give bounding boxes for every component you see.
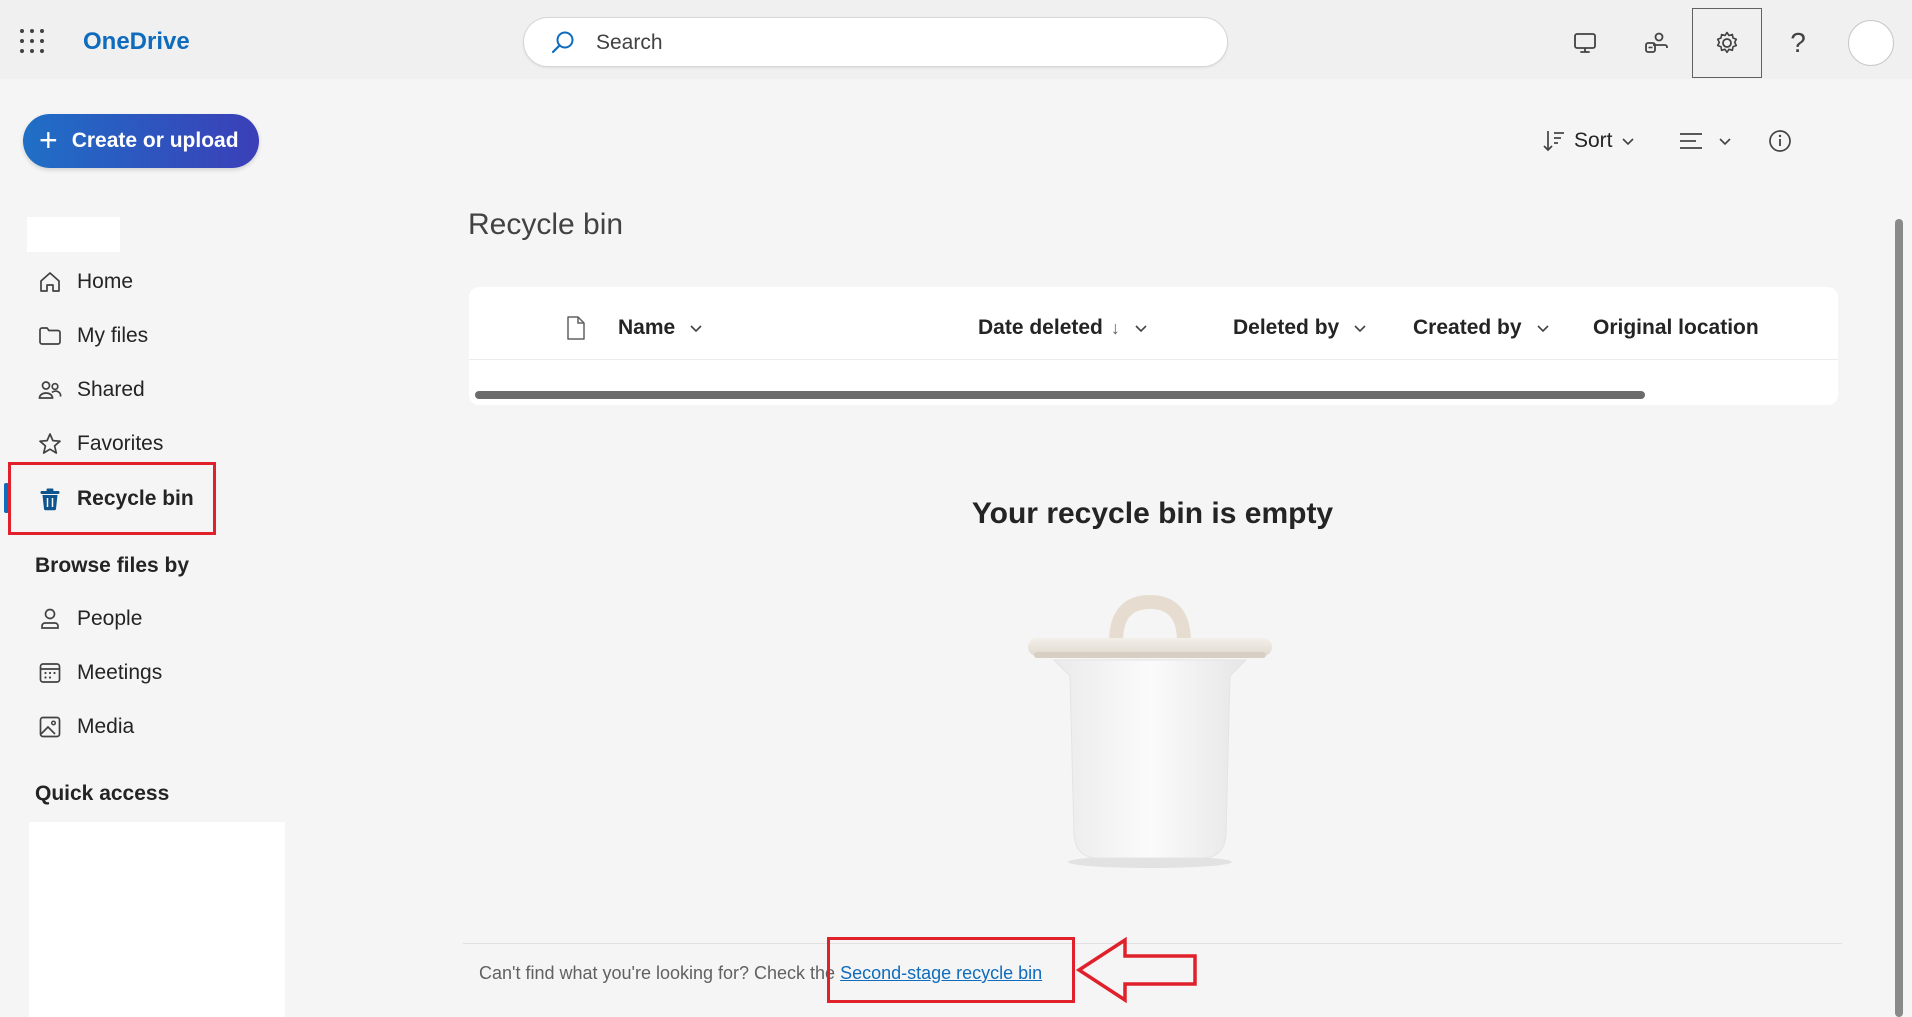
created-by-column-header[interactable]: Created by bbox=[1413, 313, 1550, 343]
nav-item-shared[interactable]: Shared bbox=[36, 370, 276, 410]
nav-label: My files bbox=[77, 324, 149, 347]
original-location-column-header[interactable]: Original location bbox=[1593, 313, 1759, 343]
search-placeholder: Search bbox=[596, 31, 663, 54]
chevron-down-icon bbox=[1134, 321, 1148, 335]
monitor-button[interactable] bbox=[1550, 8, 1620, 78]
nav-label: Home bbox=[77, 270, 134, 293]
plus-icon: + bbox=[39, 121, 58, 158]
chevron-down-icon bbox=[1719, 138, 1731, 146]
nav-item-media[interactable]: Media bbox=[36, 707, 276, 747]
search-icon bbox=[551, 31, 574, 54]
star-icon bbox=[36, 430, 64, 458]
sort-button[interactable]: Sort bbox=[1542, 124, 1635, 158]
search-box[interactable]: Search bbox=[523, 17, 1228, 67]
file-list-table: Name Date deleted ↓ Deleted by Created b… bbox=[469, 287, 1838, 405]
chevron-down-icon bbox=[1536, 321, 1550, 335]
home-icon bbox=[36, 268, 64, 296]
help-icon: ? bbox=[1790, 27, 1806, 58]
column-label: Date deleted bbox=[978, 316, 1103, 339]
top-bar: OneDrive Search ? bbox=[0, 0, 1912, 79]
file-type-column-header[interactable] bbox=[565, 313, 587, 343]
sort-icon bbox=[1543, 131, 1564, 152]
details-pane-button[interactable] bbox=[1767, 124, 1793, 158]
page-title: Recycle bin bbox=[468, 208, 624, 241]
column-label: Deleted by bbox=[1233, 316, 1340, 339]
name-column-header[interactable]: Name bbox=[618, 313, 703, 343]
quick-access-heading: Quick access bbox=[35, 782, 170, 805]
app-launcher-icon[interactable] bbox=[20, 29, 44, 53]
info-icon bbox=[1769, 130, 1791, 152]
vertical-scrollbar[interactable] bbox=[1895, 219, 1903, 1017]
sort-label: Sort bbox=[1574, 129, 1613, 152]
table-divider bbox=[469, 359, 1838, 360]
app-name[interactable]: OneDrive bbox=[83, 28, 190, 56]
nav-label: People bbox=[77, 607, 143, 630]
list-view-icon bbox=[1680, 133, 1702, 149]
column-label: Created by bbox=[1413, 316, 1522, 339]
monitor-icon bbox=[1574, 33, 1596, 53]
horizontal-scrollbar[interactable] bbox=[475, 391, 1645, 399]
chevron-down-icon bbox=[689, 321, 703, 335]
chevron-down-icon bbox=[1621, 138, 1634, 146]
settings-button[interactable] bbox=[1692, 8, 1762, 78]
empty-state-title: Your recycle bin is empty bbox=[971, 497, 1334, 530]
help-button[interactable]: ? bbox=[1763, 8, 1833, 78]
calendar-icon bbox=[36, 659, 64, 687]
people-icon bbox=[36, 376, 64, 404]
share-people-button[interactable] bbox=[1621, 8, 1691, 78]
deleted-by-column-header[interactable]: Deleted by bbox=[1233, 313, 1367, 343]
nav-item-meetings[interactable]: Meetings bbox=[36, 653, 276, 693]
view-options-button[interactable] bbox=[1678, 124, 1732, 158]
onedrive-window: OneDrive Search ? + Create or upload Hom… bbox=[0, 0, 1912, 1017]
column-label: Name bbox=[618, 316, 676, 339]
empty-recycle-bin-illustration bbox=[1028, 594, 1272, 868]
footer-prompt: Can't find what you're looking for? Chec… bbox=[479, 963, 841, 983]
image-icon bbox=[36, 713, 64, 741]
column-label: Original location bbox=[1593, 316, 1759, 339]
gear-icon bbox=[1716, 31, 1738, 54]
nav-item-my-files[interactable]: My files bbox=[36, 316, 276, 356]
nav-label: Favorites bbox=[77, 432, 164, 455]
quick-access-panel bbox=[29, 822, 285, 1017]
nav-item-favorites[interactable]: Favorites bbox=[36, 424, 276, 464]
nav-label: Shared bbox=[77, 378, 145, 401]
sort-descending-icon: ↓ bbox=[1110, 317, 1120, 338]
create-or-upload-label: Create or upload bbox=[71, 129, 239, 152]
chevron-down-icon bbox=[1353, 321, 1367, 335]
create-or-upload-button[interactable]: + Create or upload bbox=[23, 114, 259, 168]
annotation-arrow-icon bbox=[1075, 936, 1197, 1004]
browse-files-by-heading: Browse files by bbox=[35, 554, 190, 577]
account-chip bbox=[27, 217, 120, 252]
file-icon bbox=[567, 316, 585, 340]
annotation-box-recycle-bin bbox=[8, 462, 216, 535]
nav-label: Meetings bbox=[77, 661, 163, 684]
person-icon bbox=[36, 605, 64, 633]
share-people-icon bbox=[1645, 32, 1668, 53]
annotation-box-second-stage-link bbox=[827, 937, 1075, 1003]
avatar[interactable] bbox=[1848, 20, 1894, 66]
nav-item-people[interactable]: People bbox=[36, 599, 276, 639]
date-deleted-column-header[interactable]: Date deleted ↓ bbox=[978, 313, 1148, 343]
nav-label: Media bbox=[77, 715, 135, 738]
nav-item-home[interactable]: Home bbox=[36, 262, 276, 302]
folder-icon bbox=[36, 322, 64, 350]
